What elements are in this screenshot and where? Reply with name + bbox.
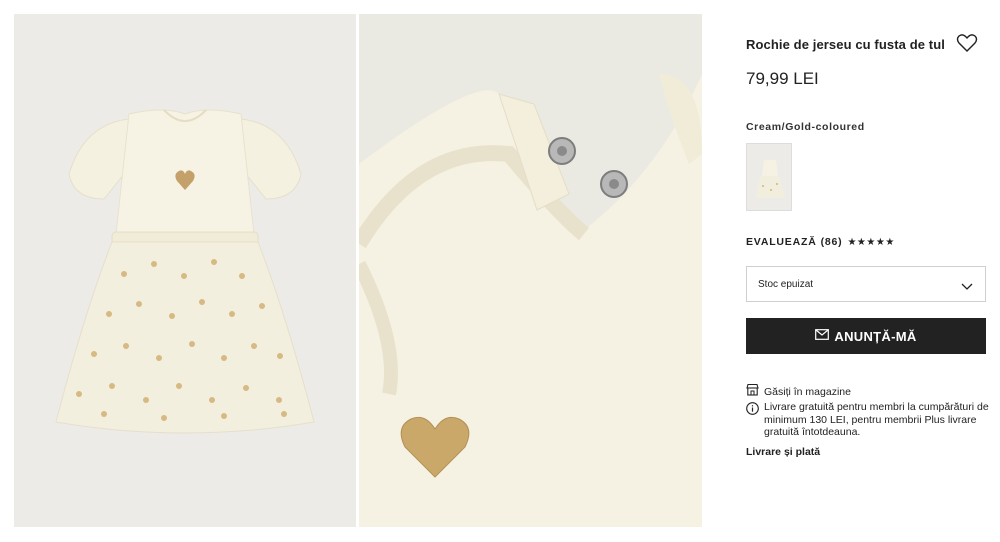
store-icon [746,383,759,401]
notify-me-button[interactable]: ANUNȚĂ-MĂ [746,318,986,354]
product-gallery [14,14,702,527]
rating-label: EVALUEAZĂ [746,236,817,248]
rating[interactable]: EVALUEAZĂ (86) ★★★★★ [746,236,895,248]
product-title: Rochie de jerseu cu fusta de tul [746,37,945,52]
shipping-text: Livrare gratuită pentru membri la cumpăr… [764,401,989,438]
delivery-payment-link[interactable]: Livrare și plată [746,446,820,458]
color-swatch[interactable] [746,143,792,211]
title-row: Rochie de jerseu cu fusta de tul [746,33,986,58]
product-price: 79,99 LEI [746,69,819,88]
rating-count: (86) [820,236,843,248]
notify-me-label: ANUNȚĂ-MĂ [834,328,917,344]
heart-icon[interactable] [956,33,978,53]
size-select-value: Stoc epuizat [758,278,814,290]
size-select[interactable]: Stoc epuizat [746,266,986,302]
dress-front-illustration [14,14,356,527]
envelope-icon [815,327,830,345]
swatch-thumbnail [747,144,791,210]
find-in-store-link[interactable]: Găsiți în magazine [746,383,851,401]
chevron-down-icon [961,279,973,290]
product-image-detail[interactable] [359,14,702,527]
shipping-info: Livrare gratuită pentru membri la cumpăr… [746,401,990,439]
color-name: Cream/Gold-coloured [746,121,865,133]
info-icon [746,402,759,415]
star-rating-icon: ★★★★★ [847,236,895,248]
product-image-front[interactable] [14,14,356,527]
dress-detail-illustration [359,14,702,527]
find-in-store-label: Găsiți în magazine [764,386,851,398]
product-info-panel: Rochie de jerseu cu fusta de tul 79,99 L… [746,0,989,542]
